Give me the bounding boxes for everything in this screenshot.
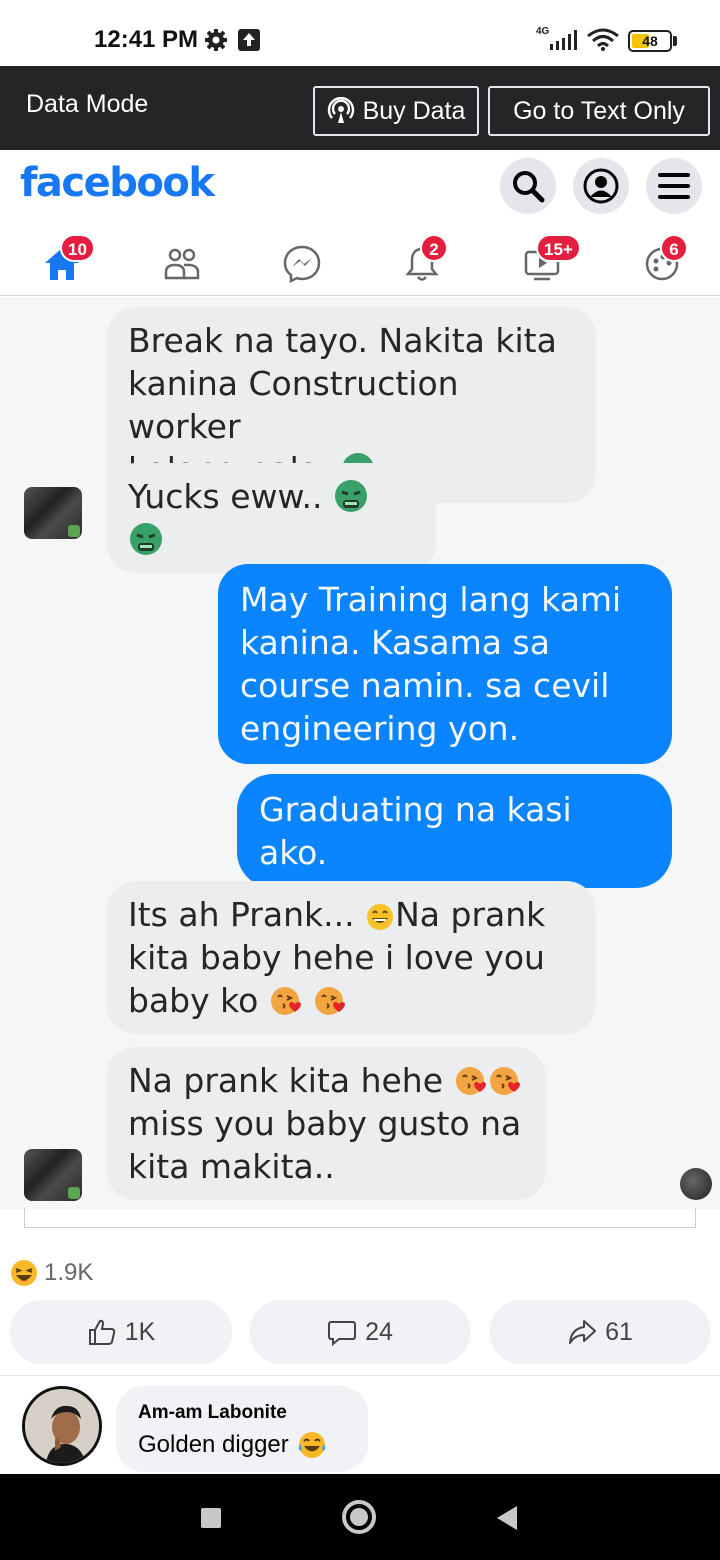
grinning-emoji-icon	[367, 904, 394, 930]
share-icon	[569, 1320, 597, 1344]
facebook-logo[interactable]: facebook	[20, 160, 215, 206]
nauseated-emoji-icon	[130, 523, 162, 555]
sender-avatar	[24, 1149, 82, 1201]
message-bubble-received: Yucks eww..	[106, 463, 436, 573]
status-bar: 12:41 PM 4G 48	[0, 0, 720, 66]
system-navigation-bar	[0, 1474, 720, 1560]
message-line: course namin. sa cevil	[240, 666, 610, 705]
home-badge: 10	[60, 234, 95, 262]
share-button[interactable]: 61	[489, 1300, 711, 1364]
buy-data-label: Buy Data	[362, 96, 466, 125]
video-badge: 15+	[536, 234, 581, 262]
post-image[interactable]: Break na tayo. Nakita kita kanina Constr…	[0, 297, 720, 1209]
app-header: facebook	[0, 150, 720, 220]
kiss-emoji-icon	[270, 987, 301, 1015]
message-bubble-sent: May Training lang kami kanina. Kasama sa…	[218, 564, 672, 764]
status-time: 12:41 PM	[94, 26, 199, 53]
seen-avatar	[680, 1168, 712, 1200]
tab-notifications[interactable]: 2	[390, 234, 450, 284]
comment-bubble[interactable]: Am-am Labonite Golden digger	[116, 1386, 368, 1472]
message-bubble-received: Its ah Prank... Na prank kita baby hehe …	[106, 881, 596, 1034]
message-line-text: Na prank	[395, 895, 546, 934]
message-bubble-sent: Graduating na kasi ako.	[237, 774, 672, 888]
laughing-emoji-icon	[11, 1260, 37, 1286]
comment-body: Golden digger	[138, 1430, 346, 1460]
message-line: Break na tayo. Nakita kita	[128, 321, 557, 360]
comment-author[interactable]: Am-am Labonite	[138, 1402, 346, 1424]
broadcast-icon	[327, 97, 354, 123]
commenter-photo	[25, 1389, 99, 1463]
search-button[interactable]	[500, 158, 556, 214]
data-mode-label: Data Mode	[26, 90, 149, 118]
profile-icon	[583, 168, 619, 204]
thumbs-up-icon	[88, 1319, 115, 1345]
hamburger-icon	[658, 173, 690, 199]
messenger-icon	[283, 245, 321, 284]
battery-text: 48	[642, 33, 658, 49]
like-count: 1K	[124, 1317, 156, 1346]
tab-messenger[interactable]	[270, 234, 330, 284]
battery-icon: 48	[628, 30, 672, 52]
signal-icon	[550, 30, 577, 50]
message-line: miss you baby gusto na	[128, 1104, 522, 1143]
message-line: engineering yon.	[240, 709, 520, 748]
menu-button[interactable]	[646, 158, 702, 214]
gear-icon	[205, 29, 227, 51]
nav-tabs: 10 2 15+ 6	[0, 222, 720, 296]
gaming-badge: 6	[660, 234, 688, 262]
comment-count: 24	[365, 1317, 393, 1346]
data-mode-banner: Data Mode Buy Data Go to Text Only	[0, 66, 720, 150]
upload-icon	[238, 29, 260, 51]
kiss-emoji-icon	[489, 1067, 520, 1095]
message-line: kanina. Kasama sa	[240, 623, 550, 662]
kiss-emoji-icon	[455, 1067, 486, 1095]
wifi-icon	[587, 28, 619, 51]
crying-laughing-emoji-icon	[298, 1432, 326, 1458]
divider	[0, 1375, 720, 1376]
friends-icon	[164, 248, 200, 280]
message-line: kita baby hehe i love you	[128, 938, 545, 977]
back-button[interactable]	[497, 1506, 517, 1530]
profile-button[interactable]	[573, 158, 629, 214]
notifications-badge: 2	[420, 234, 448, 262]
commenter-avatar[interactable]	[22, 1386, 102, 1466]
kiss-emoji-icon	[315, 987, 346, 1015]
text-only-button[interactable]: Go to Text Only	[488, 86, 710, 136]
nauseated-emoji-icon	[334, 480, 367, 512]
reaction-summary[interactable]: 1.9K	[10, 1258, 93, 1288]
recents-button[interactable]	[201, 1508, 221, 1528]
share-count: 61	[605, 1317, 633, 1346]
message-bubble-received: Na prank kita hehe miss you baby gusto n…	[106, 1047, 546, 1200]
image-frame	[24, 1208, 696, 1228]
message-line: May Training lang kami	[240, 580, 622, 619]
like-button[interactable]: 1K	[10, 1300, 232, 1364]
home-button[interactable]	[342, 1500, 376, 1534]
comment-icon	[328, 1321, 357, 1347]
battery-tip	[673, 36, 677, 46]
tab-home[interactable]: 10	[30, 234, 95, 284]
comment-text: Golden digger	[138, 1431, 289, 1458]
search-icon	[513, 171, 545, 203]
network-type: 4G	[536, 26, 550, 37]
message-line-text: baby ko	[128, 981, 259, 1020]
message-text: Graduating na kasi ako.	[259, 790, 572, 872]
message-line: kanina Construction worker	[128, 364, 459, 446]
tab-friends[interactable]	[150, 234, 210, 284]
tab-video[interactable]: 15+	[510, 234, 581, 284]
sender-avatar	[24, 487, 82, 539]
tab-gaming[interactable]: 6	[630, 234, 690, 284]
message-line: kita makita..	[128, 1147, 335, 1186]
reaction-count: 1.9K	[44, 1259, 94, 1286]
comment-button[interactable]: 24	[249, 1300, 471, 1364]
message-line-text: Its ah Prank...	[128, 895, 355, 934]
message-text: Yucks eww..	[128, 477, 323, 516]
text-only-label: Go to Text Only	[513, 96, 685, 125]
buy-data-button[interactable]: Buy Data	[313, 86, 479, 136]
message-line-text: Na prank kita hehe	[128, 1061, 444, 1100]
